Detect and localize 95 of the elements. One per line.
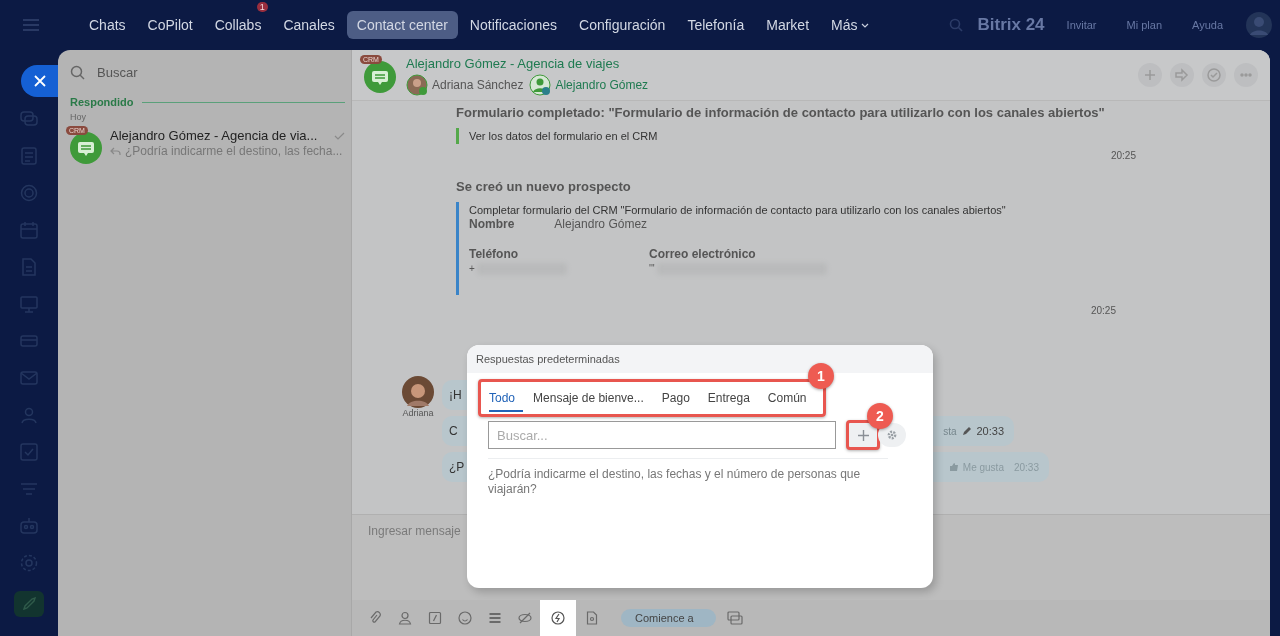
plus-icon [857, 429, 869, 441]
field-value: + [469, 263, 475, 274]
field-label: Teléfono [469, 247, 520, 261]
avatar-icon[interactable] [1245, 11, 1273, 39]
slash-box-icon [427, 611, 442, 625]
add-button[interactable] [846, 420, 880, 450]
message-input[interactable]: Ingresar mensaje [366, 523, 525, 539]
nav-tab[interactable]: Configuración [569, 11, 676, 39]
lightning-icon [551, 611, 565, 625]
category-tab[interactable]: Pago [653, 386, 698, 412]
chat-avatar-icon [70, 132, 102, 164]
category-tab[interactable]: Todo [489, 386, 524, 412]
category-tab[interactable]: Entrega [699, 386, 758, 412]
chat-avatar-icon [364, 61, 396, 93]
close-icon [33, 75, 46, 87]
nav-tab[interactable]: Contact center [346, 11, 458, 39]
calendar-icon[interactable] [20, 221, 38, 239]
message-title: Se creó un nuevo prospecto [456, 179, 632, 194]
board-icon[interactable] [20, 295, 38, 313]
nav-tab[interactable]: Market [756, 11, 820, 39]
bolt-tool-button[interactable] [540, 600, 576, 636]
member-name[interactable]: Adriana Sánchez [432, 78, 524, 92]
message-text: ¡H [449, 388, 462, 402]
header-link[interactable]: Mi plan [1118, 19, 1170, 31]
nav-tab[interactable]: Telefonía [677, 11, 755, 39]
smiley-icon [457, 611, 472, 625]
eye-slash-icon [517, 611, 532, 625]
header-link[interactable]: Ayuda [1184, 19, 1231, 31]
field-label: Correo electrónico [649, 247, 757, 261]
people-icon[interactable] [20, 406, 38, 424]
field-value: ''' [649, 263, 655, 274]
form-link-quote[interactable]: Ver los datos del formulario en el CRM [456, 128, 668, 144]
check-button[interactable] [1202, 63, 1226, 87]
add-button[interactable] [1138, 63, 1162, 87]
search-field[interactable]: Buscar [70, 50, 345, 94]
message-time: 20:33 [976, 425, 1004, 437]
user-avatar-icon [529, 74, 552, 96]
card-icon[interactable] [20, 332, 38, 350]
check-icon[interactable] [20, 443, 38, 461]
close-button[interactable] [21, 65, 58, 97]
header-link[interactable]: Invitar [1058, 19, 1105, 31]
robot-icon[interactable] [20, 517, 38, 535]
caret-icon [861, 22, 870, 28]
target-icon[interactable] [20, 184, 38, 202]
user-avatar-icon [406, 74, 428, 96]
nav-tab[interactable]: Collabs [204, 11, 272, 39]
chat-preview: ¿Podría indicarme el destino, las fecha... [125, 144, 343, 158]
arrow-icon [1175, 68, 1189, 82]
category-tab[interactable]: Mensaje de bienve... [525, 386, 652, 412]
field-label: Nombre [469, 217, 515, 231]
user-avatar-icon [402, 376, 434, 408]
message-time: 20:25 [1090, 305, 1116, 316]
popup-title: Respuestas predeterminadas [476, 353, 620, 365]
section-title: Respondido [70, 96, 134, 108]
reply-icon [110, 146, 121, 156]
field-value: Alejandro Gómez [554, 217, 648, 231]
author-name: Adriana [402, 408, 434, 418]
chat-icon[interactable] [20, 110, 38, 128]
chat-title: Alejandro Gómez - Agencia de via... [110, 128, 318, 143]
file-icon[interactable] [20, 258, 38, 276]
search-input[interactable]: Buscar [95, 63, 275, 81]
nav-tab[interactable]: CoPilot [137, 11, 203, 39]
message-time: 20:25 [1110, 150, 1136, 161]
settings-icon [886, 429, 898, 441]
person-icon [397, 611, 412, 625]
nav-tab[interactable]: Chats [79, 11, 136, 39]
template-pill[interactable]: Comience a [621, 609, 716, 627]
pencil-icon [962, 426, 973, 436]
nav-tab[interactable]: Notificaciones [459, 11, 567, 39]
gear-icon[interactable] [20, 554, 38, 572]
message-text: ¿P [449, 460, 465, 474]
search-input[interactable]: Buscar... [488, 421, 836, 449]
plus-icon [1143, 68, 1157, 82]
message-text: C [449, 424, 458, 438]
windows-icon[interactable] [726, 611, 743, 625]
search-icon [70, 64, 85, 80]
mail-icon[interactable] [20, 369, 38, 387]
stack-icon [487, 611, 502, 625]
message-title: Formulario completado: "Formulario de información de contacto para utilizarlo con los canales abiertos" [456, 105, 1106, 120]
category-tab[interactable]: Común [759, 386, 815, 412]
search-icon[interactable] [949, 18, 964, 32]
document-icon [584, 611, 599, 625]
answer-item[interactable]: ¿Podría indicarme el destino, las fechas y el número de personas que viajarán? [488, 458, 888, 497]
logo: Bitrix 24 [977, 15, 1045, 35]
thumb-up-icon[interactable] [948, 462, 959, 472]
date-label: Hoy [70, 112, 87, 122]
check-circle-icon [1207, 68, 1221, 82]
lead-note: Completar formulario del CRM "Formulario de información de contacto para utilizarlo con los canales abiertos" [469, 204, 1007, 216]
list-icon[interactable] [20, 147, 38, 165]
nav-tab[interactable]: Más [821, 11, 880, 39]
forward-button[interactable] [1170, 63, 1194, 87]
counter-badge: 1 [256, 2, 268, 12]
menu-icon[interactable] [23, 19, 39, 31]
nav-tab[interactable]: Canales [273, 11, 345, 39]
more-button[interactable] [1234, 63, 1258, 87]
